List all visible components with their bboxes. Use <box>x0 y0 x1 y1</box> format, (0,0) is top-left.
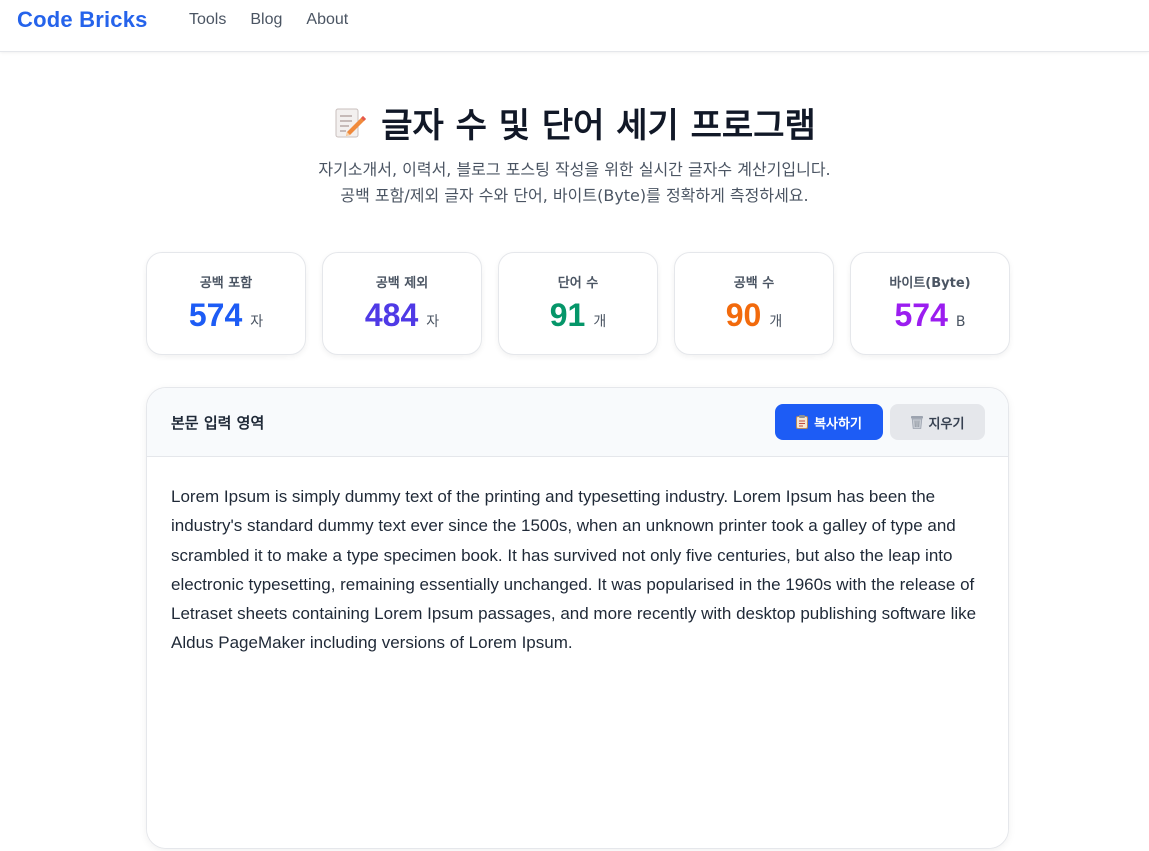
page-title-text: 글자 수 및 단어 세기 프로그램 <box>381 106 816 146</box>
stat-label: 공백 수 <box>733 276 775 291</box>
stat-label: 바이트(Byte) <box>889 276 971 291</box>
stat-unit: 자 <box>250 314 264 330</box>
stat-card-space-count: 공백 수 90 개 <box>674 252 834 355</box>
stat-value: 484 <box>364 297 419 333</box>
subtitle-line-1: 자기소개서, 이력서, 블로그 포스팅 작성을 위한 실시간 글자수 계산기입니… <box>318 160 831 179</box>
stat-value: 90 <box>725 297 762 333</box>
editor-panel: 본문 입력 영역 복사하기 지우기 Lorem Ipsum is simply … <box>146 387 1009 849</box>
nav-link-tools[interactable]: Tools <box>189 10 226 30</box>
stat-card-without-spaces: 공백 제외 484 자 <box>322 252 482 355</box>
clear-button[interactable]: 지우기 <box>890 404 985 440</box>
subtitle-line-2: 공백 포함/제외 글자 수와 단어, 바이트(Byte)를 정확하게 측정하세요… <box>340 186 809 205</box>
resize-handle-icon[interactable] <box>996 836 1006 848</box>
stat-card-word-count: 단어 수 91 개 <box>498 252 658 355</box>
stat-card-bytes: 바이트(Byte) 574 B <box>850 252 1010 355</box>
main-nav: Tools Blog About <box>189 10 348 30</box>
stat-label: 공백 제외 <box>375 276 429 291</box>
site-logo[interactable]: Code Bricks <box>17 7 148 33</box>
editor-title: 본문 입력 영역 <box>171 414 265 432</box>
page-title: 글자 수 및 단어 세기 프로그램 <box>0 98 1149 147</box>
editor-header: 본문 입력 영역 복사하기 지우기 <box>147 388 1008 457</box>
stat-card-with-spaces: 공백 포함 574 자 <box>146 252 306 355</box>
stats-row: 공백 포함 574 자 공백 제외 484 자 단어 수 91 개 공백 수 9… <box>146 252 1010 355</box>
stat-unit: 개 <box>769 314 783 330</box>
stat-unit: 자 <box>426 314 440 330</box>
trash-icon <box>910 415 923 429</box>
page-subtitle: 자기소개서, 이력서, 블로그 포스팅 작성을 위한 실시간 글자수 계산기입니… <box>0 157 1149 209</box>
nav-link-about[interactable]: About <box>306 10 348 30</box>
stat-unit: 개 <box>593 314 607 330</box>
copy-button-label: 복사하기 <box>814 416 862 432</box>
clear-button-label: 지우기 <box>928 416 965 432</box>
stat-unit: B <box>955 314 966 330</box>
top-navbar: Code Bricks Tools Blog About <box>0 0 1149 52</box>
stat-label: 공백 포함 <box>199 276 253 291</box>
text-input-area[interactable]: Lorem Ipsum is simply dummy text of the … <box>147 458 1008 848</box>
memo-icon <box>333 106 367 140</box>
stat-value: 574 <box>188 297 243 333</box>
clipboard-icon <box>796 415 809 429</box>
nav-link-blog[interactable]: Blog <box>250 10 282 30</box>
stat-label: 단어 수 <box>557 276 599 291</box>
stat-value: 91 <box>549 297 586 333</box>
stat-value: 574 <box>894 297 948 333</box>
copy-button[interactable]: 복사하기 <box>775 404 883 440</box>
